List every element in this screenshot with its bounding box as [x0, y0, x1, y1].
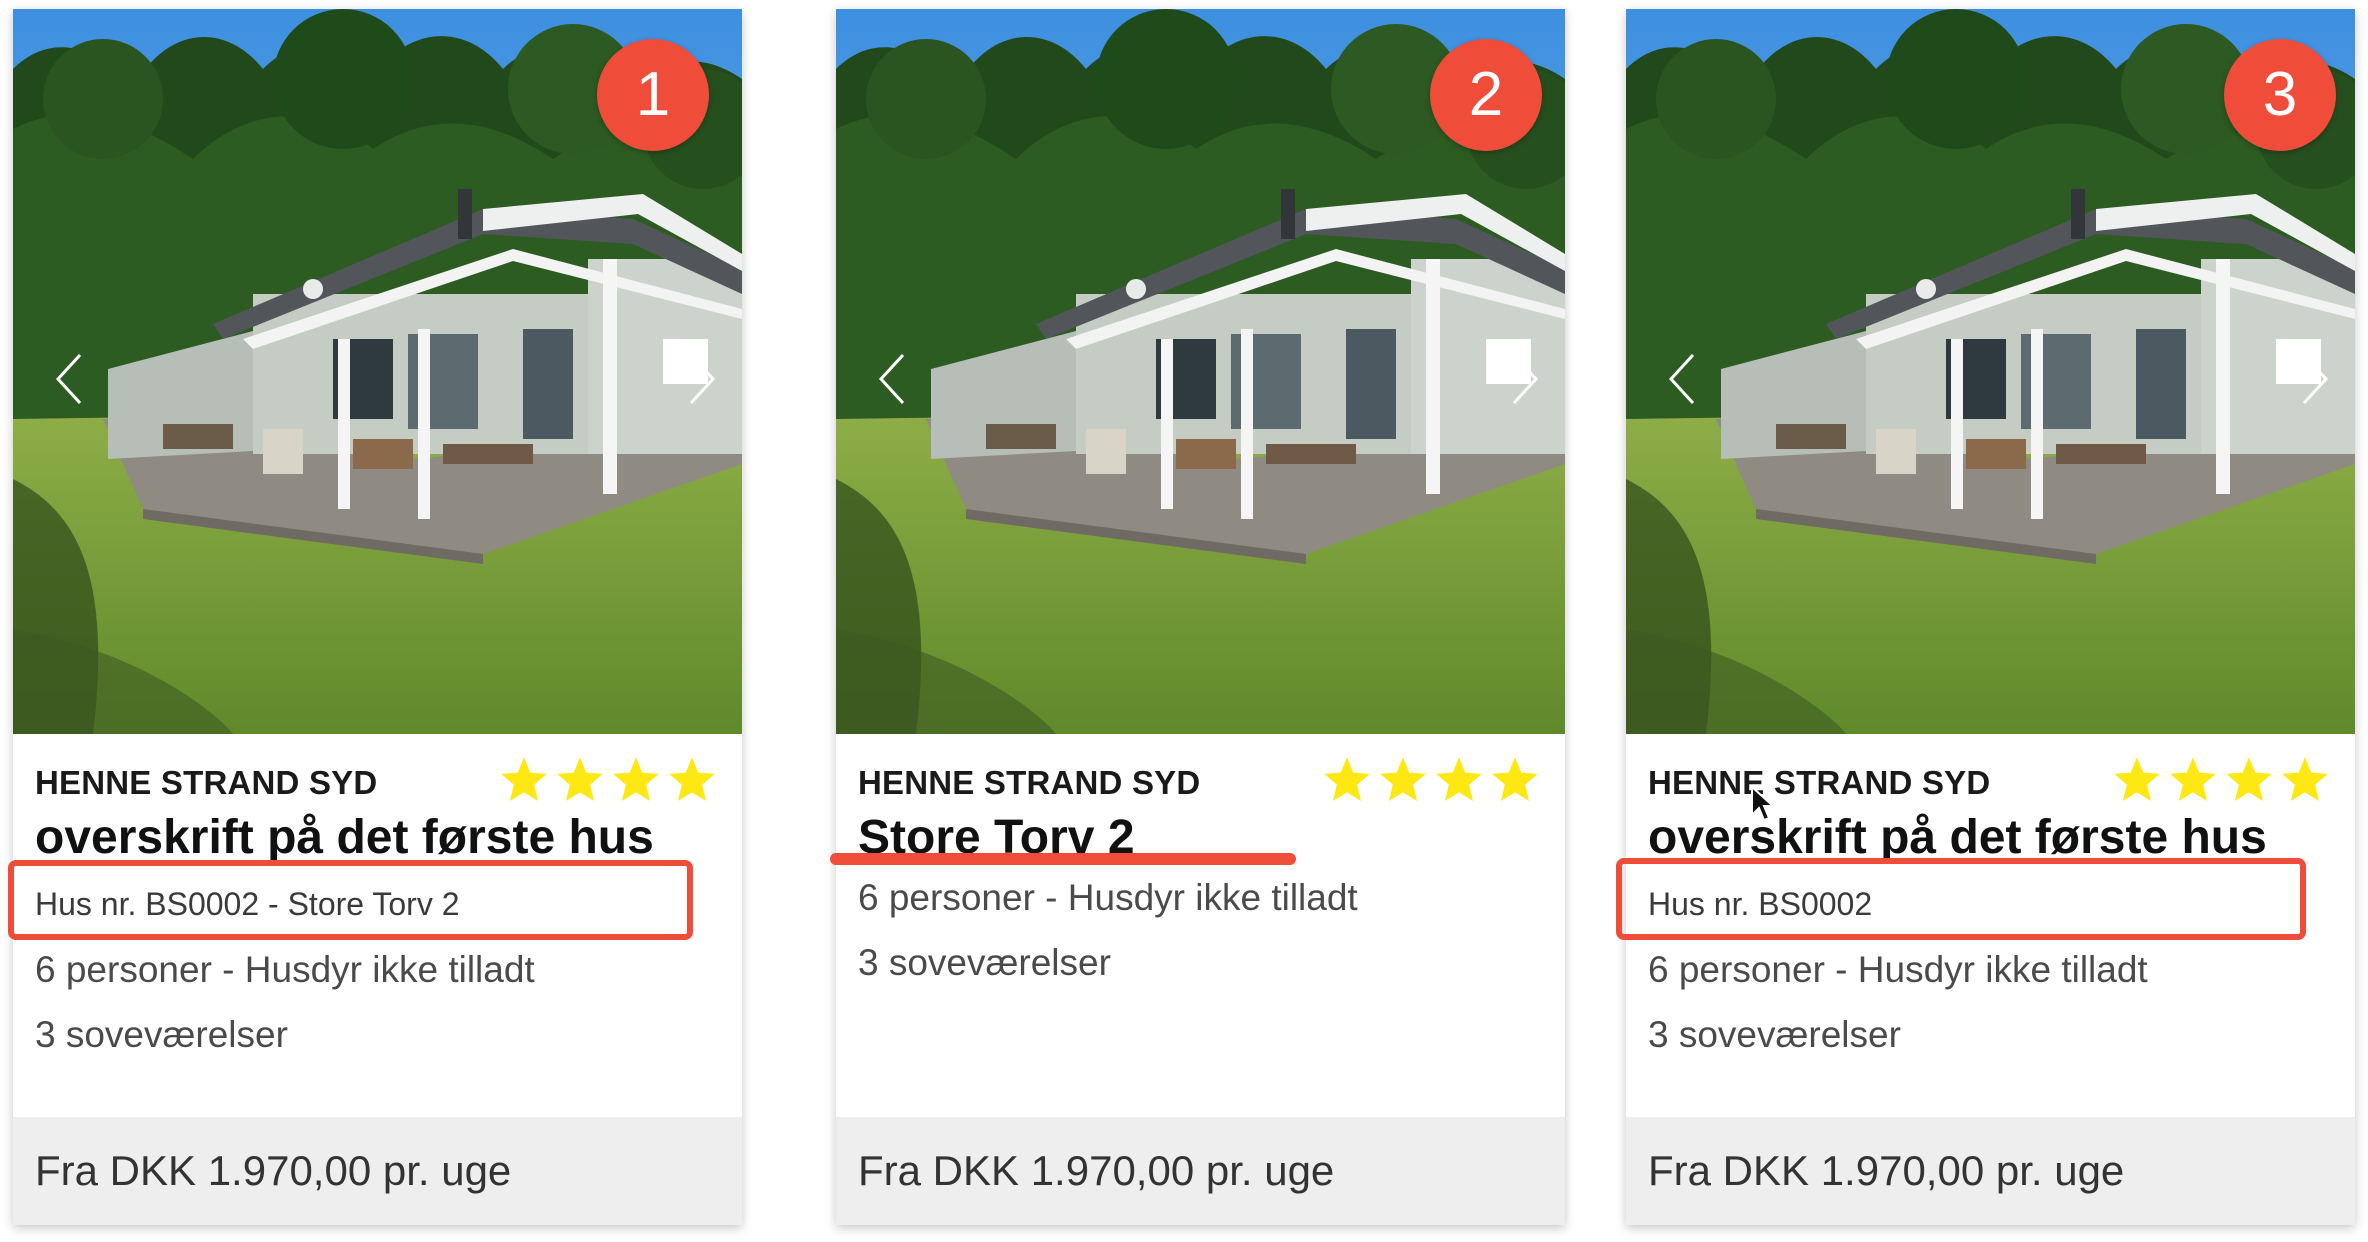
star-icon [1489, 754, 1541, 806]
star-icon [2167, 754, 2219, 806]
chevron-right-icon[interactable] [1495, 339, 1555, 419]
card-footer: Fra DKK 1.970,00 pr. uge [1626, 1117, 2355, 1225]
property-card-1[interactable]: 1 HENNE STRAND SYD overskrift på det før… [13, 9, 742, 1225]
price-label: Fra DKK 1.970,00 pr. uge [35, 1147, 512, 1194]
highlight-box-house-number [8, 860, 693, 940]
card-image-carousel[interactable]: 3 [1626, 9, 2355, 734]
property-card-2[interactable]: 2 HENNE STRAND SYD Store Torv 2 6 person… [836, 9, 1565, 1225]
underline-title-mark [830, 853, 1296, 865]
property-card-3[interactable]: 3 HENNE STRAND SYD overskrift på det før… [1626, 9, 2355, 1225]
star-icon [554, 754, 606, 806]
star-icon [1321, 754, 1373, 806]
card-footer: Fra DKK 1.970,00 pr. uge [13, 1117, 742, 1225]
card-footer: Fra DKK 1.970,00 pr. uge [836, 1117, 1565, 1225]
chevron-right-icon[interactable] [2285, 339, 2345, 419]
star-icon [610, 754, 662, 806]
rating-stars [498, 754, 718, 806]
star-icon [2111, 754, 2163, 806]
house-title[interactable]: overskrift på det første hus [35, 810, 654, 865]
number-badge: 3 [2224, 39, 2336, 151]
location-label: HENNE STRAND SYD [858, 764, 1201, 801]
location-label: HENNE STRAND SYD [1648, 764, 1991, 801]
chevron-left-icon[interactable] [1652, 339, 1712, 419]
star-icon [666, 754, 718, 806]
star-icon [1433, 754, 1485, 806]
location-label: HENNE STRAND SYD [35, 764, 378, 801]
rating-stars [1321, 754, 1541, 806]
star-icon [1377, 754, 1429, 806]
price-label: Fra DKK 1.970,00 pr. uge [858, 1147, 1335, 1194]
star-icon [2223, 754, 2275, 806]
card-image-carousel[interactable]: 2 [836, 9, 1565, 734]
star-icon [2279, 754, 2331, 806]
mouse-pointer-icon [1751, 785, 1776, 822]
price-label: Fra DKK 1.970,00 pr. uge [1648, 1147, 2125, 1194]
house-title[interactable]: overskrift på det første hus [1648, 810, 2267, 865]
card-image-carousel[interactable]: 1 [13, 9, 742, 734]
chevron-left-icon[interactable] [39, 339, 99, 419]
number-badge: 2 [1430, 39, 1542, 151]
bedrooms-info: 3 soveværelser [35, 1014, 288, 1055]
card-body: HENNE STRAND SYD Store Torv 2 6 personer… [836, 734, 1565, 1119]
chevron-right-icon[interactable] [672, 339, 732, 419]
number-badge: 1 [597, 39, 709, 151]
rating-stars [2111, 754, 2331, 806]
star-icon [498, 754, 550, 806]
chevron-left-icon[interactable] [862, 339, 922, 419]
highlight-box-house-number [1616, 858, 2306, 940]
people-pets-info: 6 personer - Husdyr ikke tilladt [1648, 949, 2148, 990]
people-pets-info: 6 personer - Husdyr ikke tilladt [858, 877, 1358, 918]
bedrooms-info: 3 soveværelser [858, 942, 1111, 983]
bedrooms-info: 3 soveværelser [1648, 1014, 1901, 1055]
people-pets-info: 6 personer - Husdyr ikke tilladt [35, 949, 535, 990]
